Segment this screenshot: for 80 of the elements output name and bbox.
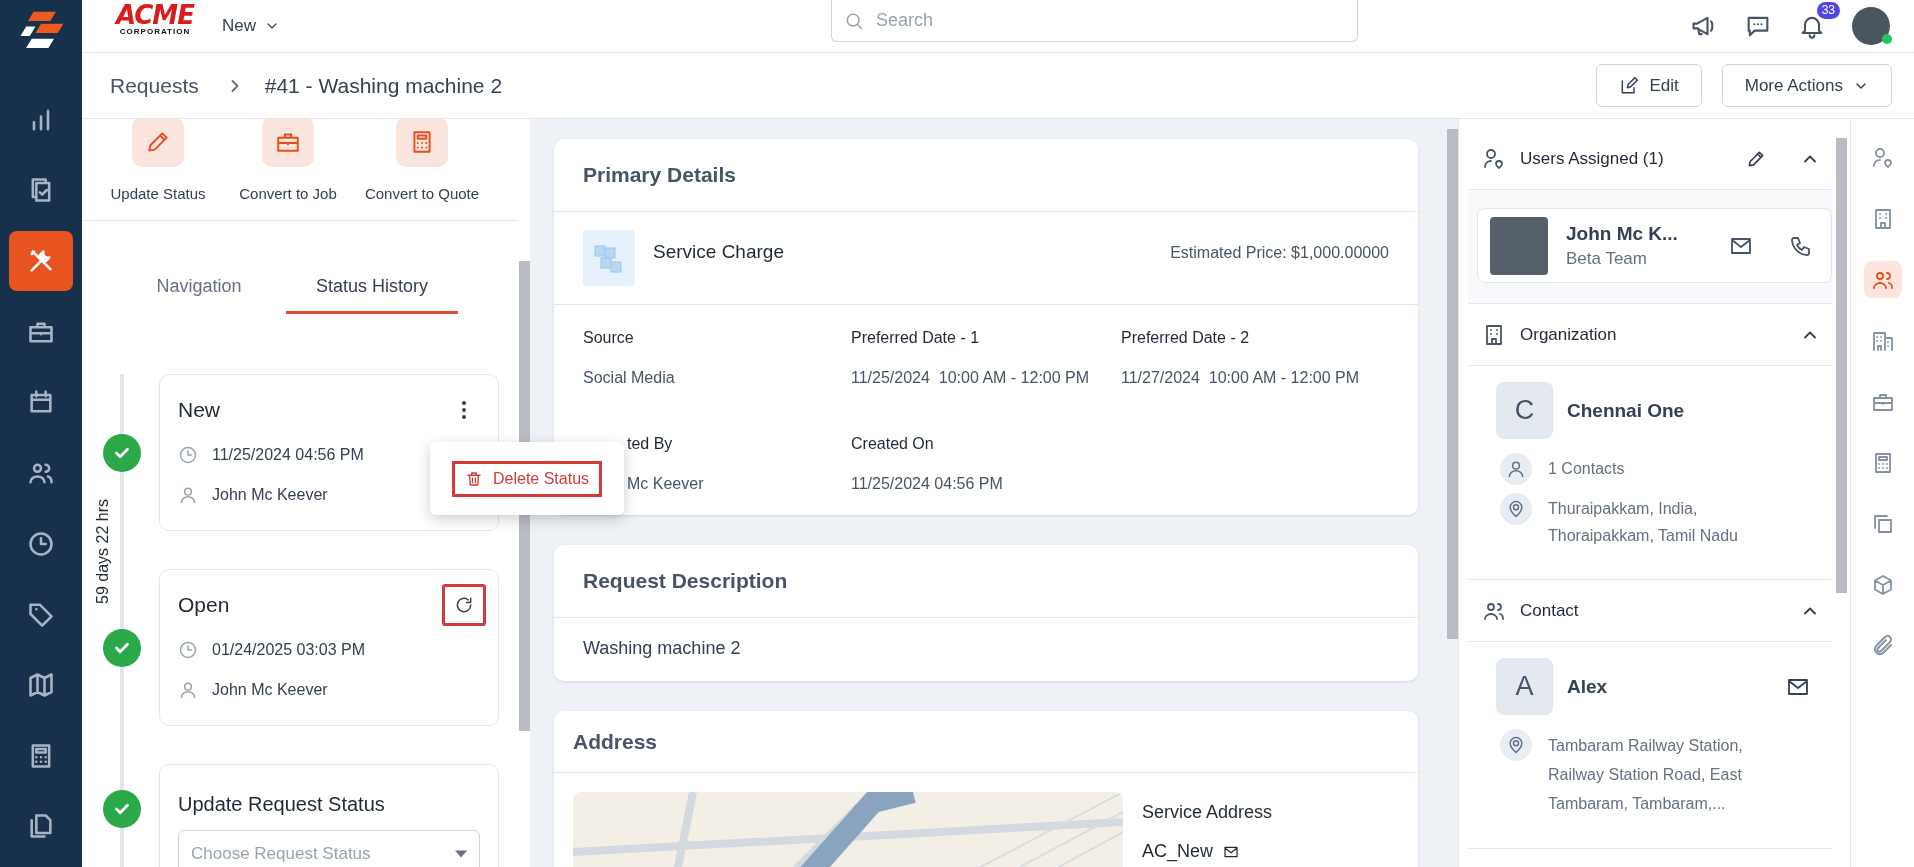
status-time: 01/24/2025 03:03 PM <box>212 641 365 659</box>
person-icon <box>1506 459 1526 479</box>
user-pin-icon <box>1870 145 1895 170</box>
location-icon <box>1506 499 1526 519</box>
caret-icon <box>455 850 467 858</box>
quick-action-button[interactable]: Convert to Quote <box>352 119 492 202</box>
section-title: Contact <box>1520 600 1579 621</box>
clock-icon <box>178 640 198 660</box>
clock-icon <box>178 445 198 465</box>
info-text: Thuraipakkam, India, Thoraipakkam, Tamil Nadu <box>1548 499 1739 546</box>
form-title: Update Request Status <box>178 793 386 816</box>
breadcrumb-link[interactable]: Requests <box>110 73 199 98</box>
field-label: Created On <box>851 435 935 453</box>
field-label: Source <box>583 329 635 347</box>
field-value: 11/27/2024 10:00 AM - 12:00 PM <box>1121 369 1361 387</box>
edit-button[interactable]: Edit <box>1596 64 1702 107</box>
pencil-icon <box>1746 148 1766 169</box>
status-name: New <box>178 398 220 422</box>
duration-label: 59 days 22 hrs <box>94 499 112 604</box>
tag-icon <box>27 600 55 629</box>
refresh-icon <box>454 595 474 615</box>
user-pin-icon <box>1482 146 1506 171</box>
field-value: 11/25/2024 04:56 PM <box>851 475 1004 493</box>
service-address-label: Service Address <box>1142 802 1273 823</box>
search-field[interactable]: Search <box>831 0 1358 42</box>
user-name: John Mc K... <box>1566 222 1678 245</box>
delete-status-menu-item[interactable]: Delete Status <box>451 460 603 497</box>
workspace-dropdown[interactable]: New <box>222 16 280 36</box>
field-label: ted By <box>627 435 674 453</box>
user-team: Beta Team <box>1566 248 1648 269</box>
estimated-price: Estimated Price: $1,000.00000 <box>1170 244 1389 262</box>
status-user: John Mc Keever <box>212 681 328 699</box>
card-title: Request Description <box>554 545 1418 618</box>
field-value: 11/25/2024 10:00 AM - 12:00 PM <box>851 369 1091 387</box>
edit-button[interactable] <box>1746 148 1766 169</box>
clock-icon <box>27 529 55 558</box>
nav-item[interactable] <box>9 231 73 291</box>
status-user: John Mc Keever <box>212 486 328 504</box>
description-text: Washing machine 2 <box>582 637 742 660</box>
map-icon <box>27 670 55 699</box>
card-title: Address <box>554 711 1418 773</box>
revert-status-button[interactable] <box>442 584 486 626</box>
trash-icon <box>464 469 483 488</box>
notification-count: 33 <box>1816 2 1840 20</box>
user-avatar[interactable] <box>1852 7 1890 45</box>
info-text: Tambaram Railway Station, Railway Station Road, East Tambaram, Tambaram,... <box>1548 736 1744 814</box>
status-time: 11/25/2024 04:56 PM <box>212 446 364 464</box>
service-name: Service Charge <box>653 241 784 263</box>
tab[interactable]: Status History <box>286 268 458 314</box>
documents-icon <box>27 812 55 841</box>
service-address: AC_New <box>1142 841 1214 862</box>
info-text: 1 Contacts <box>1548 459 1625 479</box>
rail-item[interactable] <box>1863 261 1902 298</box>
search-input[interactable]: Search <box>874 9 1345 32</box>
field-value: Social Media <box>583 369 676 387</box>
entity-name: Alex <box>1567 675 1608 698</box>
card-title: Primary Details <box>554 139 1418 212</box>
quick-action-button[interactable]: Update Status <box>92 119 224 202</box>
initial-avatar: A <box>1496 658 1553 715</box>
pencil-icon <box>145 129 171 155</box>
kebab-icon <box>462 401 466 419</box>
tab[interactable]: Navigation <box>124 268 274 314</box>
location-icon <box>1506 735 1526 755</box>
entity-name: Chennai One <box>1567 399 1685 422</box>
cubes-icon <box>583 230 635 286</box>
page-title: #41 - Washing machine 2 <box>264 73 503 98</box>
more-actions-button[interactable]: More Actions <box>1721 64 1892 107</box>
status-name: Open <box>178 593 230 617</box>
person-icon <box>178 680 198 700</box>
section-title: Organization <box>1520 324 1617 345</box>
initial-avatar: C <box>1496 382 1553 439</box>
field-label: Preferred Date - 1 <box>851 329 981 347</box>
section-title: Users Assigned (1) <box>1520 148 1664 169</box>
photo-placeholder <box>1490 216 1548 275</box>
quick-action-button[interactable]: Convert to Job <box>228 119 348 202</box>
field-value: Mc Keever <box>627 475 705 493</box>
edit-icon <box>1619 75 1640 96</box>
person-icon <box>178 485 198 505</box>
field-label: Preferred Date - 2 <box>1121 329 1251 347</box>
company-logo: ACME CORPORATION <box>113 2 196 36</box>
